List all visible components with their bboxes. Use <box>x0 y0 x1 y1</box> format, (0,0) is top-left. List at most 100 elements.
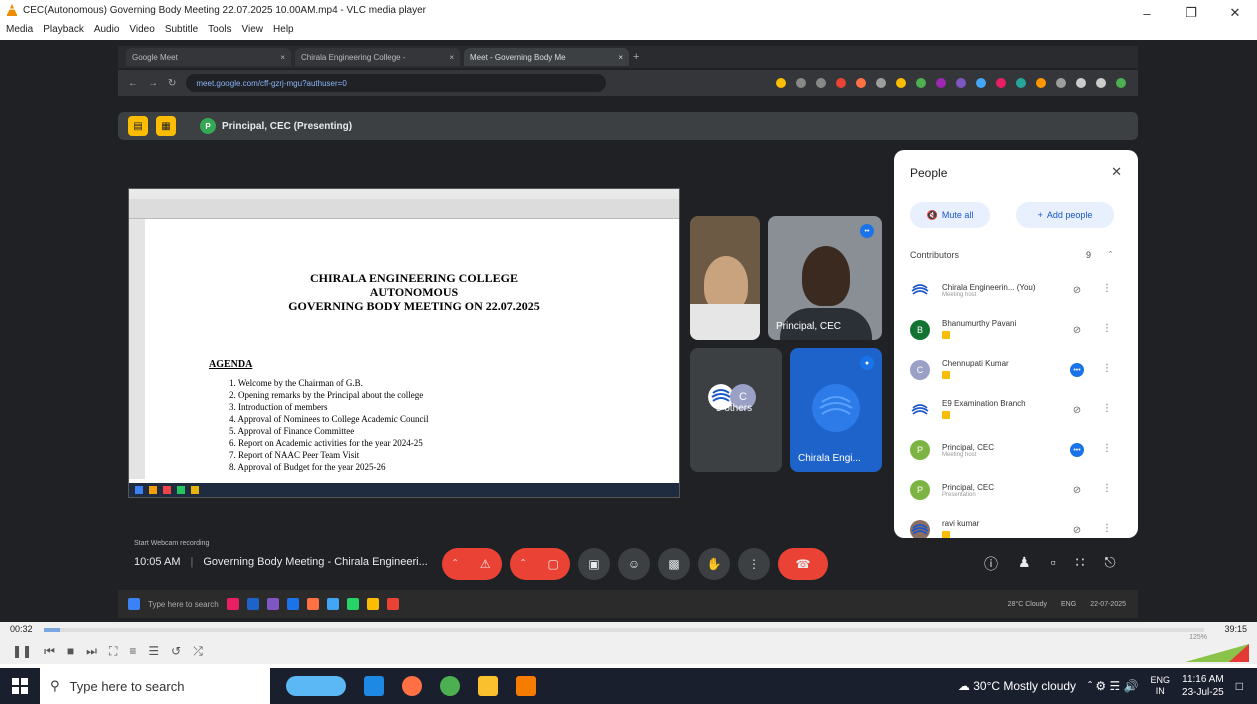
shuffle-icon[interactable]: ⤮ <box>193 644 203 659</box>
people-panel: People ✕ 🔇 Mute all + Add people Contrib… <box>894 150 1138 538</box>
list-item[interactable]: Chirala Engineerin... (You) Meeting host ⊘… <box>900 270 1122 310</box>
window-controls: – ❐ ✕ <box>1125 0 1257 26</box>
file-explorer-icon[interactable] <box>478 676 498 696</box>
emoji-button[interactable]: ☺ <box>618 548 650 580</box>
participant-tile[interactable] <box>690 216 760 340</box>
people-icon[interactable]: ♟ <box>1018 554 1031 574</box>
list-item[interactable]: E9 Examination Branch ⊘ ⋮ <box>900 390 1122 430</box>
menu-video[interactable]: Video <box>129 24 154 35</box>
avatar: C <box>910 360 930 380</box>
taskbar-apps <box>286 676 536 696</box>
list-item[interactable]: ravi kumar ⊘ ⋮ <box>900 510 1122 538</box>
more-options-button[interactable]: ⋮ <box>738 548 770 580</box>
clock[interactable]: 11:16 AM 23-Jul-25 <box>1182 673 1224 699</box>
menu-help[interactable]: Help <box>273 24 294 35</box>
list-item[interactable]: P Principal, CEC Meeting host ••• ⋮ <box>900 430 1122 470</box>
menu-view[interactable]: View <box>242 24 264 35</box>
menu-tools[interactable]: Tools <box>208 24 231 35</box>
participant-tile-principal[interactable]: •• Principal, CEC <box>768 216 882 340</box>
present-button[interactable]: ▣ <box>578 548 610 580</box>
taskbar-search[interactable]: ⚲ Type here to search <box>40 668 270 704</box>
restore-icon[interactable]: ❐ <box>1169 0 1213 26</box>
mic-off-icon[interactable]: ⊘ <box>1070 403 1084 417</box>
mic-off-icon[interactable]: ⊘ <box>1070 523 1084 537</box>
more-options-icon[interactable]: ⋮ <box>1102 283 1112 294</box>
extension-icons <box>776 78 1126 88</box>
mic-icon: ● <box>860 356 874 370</box>
mic-off-icon[interactable]: ⊘ <box>1070 483 1084 497</box>
list-item: 5. Approval of Finance Committee <box>229 426 355 436</box>
contributors-header[interactable]: Contributors 9 ˆ <box>900 242 1122 268</box>
raise-hand-button[interactable]: ✋ <box>698 548 730 580</box>
stop-icon[interactable]: ■ <box>67 644 74 658</box>
fullscreen-icon[interactable]: ⛶ <box>109 644 117 659</box>
leave-call-button[interactable]: ☎ <box>778 548 828 580</box>
camera-button[interactable]: ˆ ▢ <box>510 548 570 580</box>
menu-subtitle[interactable]: Subtitle <box>165 24 198 35</box>
more-options-icon[interactable]: ⋮ <box>1102 443 1112 454</box>
participant-shirt <box>690 304 760 340</box>
activities-icon[interactable]: ∷ <box>1076 554 1085 574</box>
more-options-icon[interactable]: ⋮ <box>1102 323 1112 334</box>
more-options-icon[interactable]: ⋮ <box>1102 523 1112 534</box>
mic-off-icon[interactable]: ⊘ <box>1070 283 1084 297</box>
menu-playback[interactable]: Playback <box>43 24 84 35</box>
add-people-button[interactable]: + Add people <box>1016 202 1114 228</box>
list-item: 8. Approval of Budget for the year 2025-… <box>229 462 386 472</box>
firefox-icon[interactable] <box>402 676 422 696</box>
mic-button[interactable]: ˆ ⚠ <box>442 548 502 580</box>
avatar: B <box>910 320 930 340</box>
vlc-icon[interactable] <box>516 676 536 696</box>
presentation-bar: ▤ ▦ P Principal, CEC (Presenting) <box>118 112 1138 140</box>
person-role: Presentation <box>942 491 976 498</box>
info-icon[interactable]: ⓘ <box>984 554 998 574</box>
list-item[interactable]: C Chennupati Kumar ••• ⋮ <box>900 350 1122 390</box>
volume-slider[interactable] <box>1165 642 1249 664</box>
captions-button[interactable]: ▩ <box>658 548 690 580</box>
browser-address-bar: ← → ↻ meet.google.com/cff-gzrj-mgu?authu… <box>118 70 1138 96</box>
shared-tray: 28°C Cloudy ENG 22-07-2025 <box>1007 600 1126 608</box>
chat-icon[interactable]: ▫ <box>1051 554 1056 574</box>
close-icon[interactable]: ✕ <box>1111 164 1122 180</box>
chrome-icon[interactable] <box>440 676 460 696</box>
playlist-icon[interactable]: ☰ <box>148 644 159 658</box>
next-icon[interactable]: ⏭ <box>86 644 97 659</box>
forward-icon: → <box>148 77 158 89</box>
previous-icon[interactable]: ⏮ <box>44 644 55 659</box>
extended-settings-icon[interactable]: ≡ <box>129 644 136 658</box>
list-item[interactable]: B Bhanumurthy Pavani ⊘ ⋮ <box>900 310 1122 350</box>
search-placeholder: Type here to search <box>69 678 185 694</box>
elapsed-time: 00:32 <box>10 624 33 634</box>
tray-icons[interactable]: ˆ ⚙ ☴ 🔊 <box>1088 679 1138 693</box>
list-item[interactable]: P Principal, CEC Presentation ⊘ ⋮ <box>900 470 1122 510</box>
person-info: Principal, CEC Meeting host <box>942 443 1050 458</box>
speaking-icon[interactable]: ••• <box>1070 363 1084 377</box>
seek-slider[interactable] <box>44 628 1204 632</box>
host-controls-icon[interactable]: ⎋ <box>1104 554 1115 574</box>
list-item: 1. Welcome by the Chairman of G.B. <box>229 378 363 388</box>
browser-tab: Chirala Engineering College - × <box>295 48 460 66</box>
start-button[interactable] <box>0 668 40 704</box>
pause-icon[interactable]: ❚❚ <box>12 644 32 658</box>
participant-name: 5 others <box>716 403 753 414</box>
more-options-icon[interactable]: ⋮ <box>1102 403 1112 414</box>
menu-media[interactable]: Media <box>6 24 33 35</box>
weather-widget[interactable]: ☁ 30°C Mostly cloudy <box>958 679 1076 693</box>
menu-audio[interactable]: Audio <box>94 24 120 35</box>
more-options-icon[interactable]: ⋮ <box>1102 363 1112 374</box>
speaking-icon[interactable]: ••• <box>1070 443 1084 457</box>
participant-tile-chirala[interactable]: ● Chirala Engi... <box>790 348 882 472</box>
more-options-icon[interactable]: ⋮ <box>1102 483 1112 494</box>
document-heading: CHIRALA ENGINEERING COLLEGE AUTONOMOUS G… <box>288 271 540 313</box>
mute-all-button[interactable]: 🔇 Mute all <box>910 202 990 228</box>
task-view-icon[interactable] <box>364 676 384 696</box>
notification-icon[interactable]: □ <box>1236 679 1243 693</box>
loop-icon[interactable]: ↺ <box>171 644 181 658</box>
minimize-icon[interactable]: – <box>1125 0 1169 26</box>
mic-off-icon[interactable]: ⊘ <box>1070 323 1084 337</box>
presenter-label: Principal, CEC (Presenting) <box>222 120 353 132</box>
video-frame[interactable]: Google Meet × Chirala Engineering College… <box>0 40 1257 622</box>
close-icon[interactable]: ✕ <box>1213 0 1257 26</box>
language-indicator[interactable]: ENG IN <box>1151 675 1171 697</box>
participant-tile-others[interactable]: C 5 others <box>690 348 782 472</box>
